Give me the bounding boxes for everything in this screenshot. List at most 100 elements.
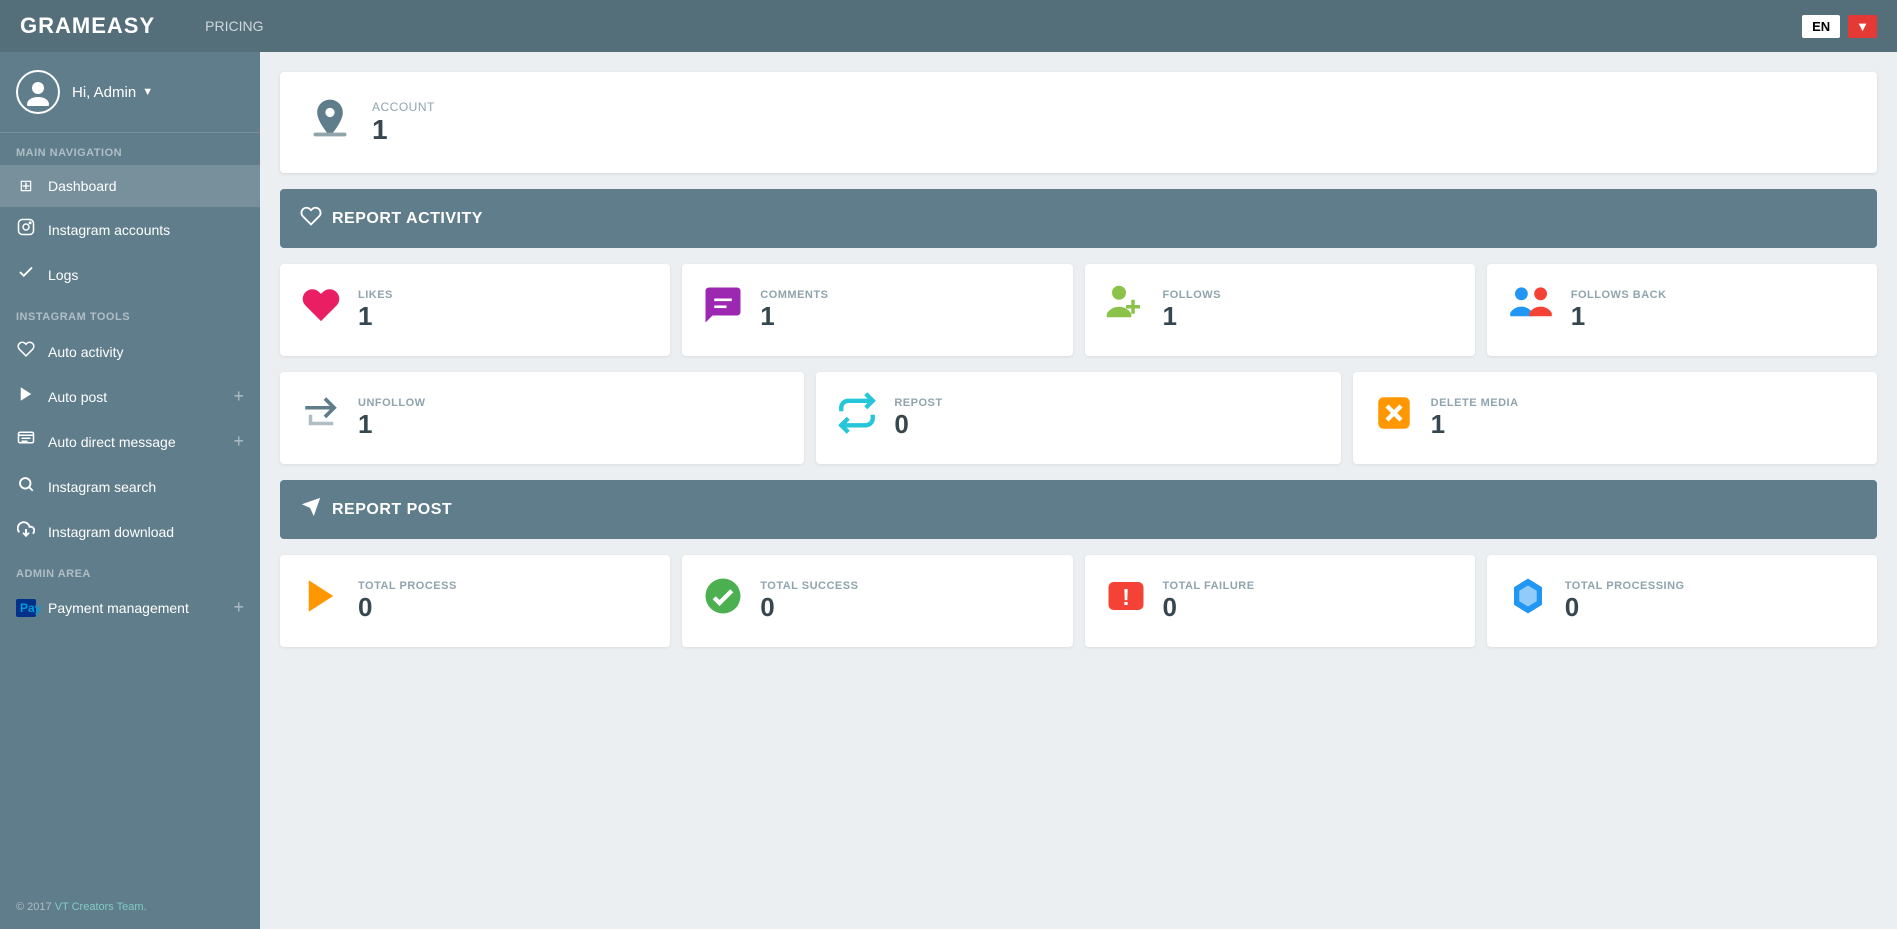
stat-card-total-processing: TOTAL PROCESSING 0 xyxy=(1487,555,1877,647)
auto-post-plus: + xyxy=(233,386,244,407)
repost-value: 0 xyxy=(894,409,942,440)
logs-icon xyxy=(16,263,36,286)
likes-icon xyxy=(300,284,342,336)
stat-card-delete-media: DELETE MEDIA 1 xyxy=(1353,372,1877,464)
stat-card-total-failure: ! TOTAL FAILURE 0 xyxy=(1085,555,1475,647)
total-failure-label: TOTAL FAILURE xyxy=(1163,580,1255,592)
follows-back-label: FOLLOWS BACK xyxy=(1571,289,1667,301)
sidebar-item-dashboard[interactable]: ⊞ Dashboard xyxy=(0,165,260,207)
instagram-tools-label: INSTAGRAM TOOLS xyxy=(0,297,260,329)
svg-text:!: ! xyxy=(1122,584,1130,610)
account-card: ACCOUNT 1 xyxy=(280,72,1877,173)
language-dropdown-button[interactable]: ▼ xyxy=(1848,15,1877,38)
admin-area-label: ADMIN AREA xyxy=(0,554,260,586)
report-post-header: REPORT POST xyxy=(280,480,1877,539)
activity-stats-row2: UNFOLLOW 1 REPOST 0 xyxy=(280,372,1877,464)
user-greeting[interactable]: Hi, Admin ▼ xyxy=(72,84,153,101)
stat-card-likes: LIKES 1 xyxy=(280,264,670,356)
stat-card-repost: REPOST 0 xyxy=(816,372,1340,464)
total-processing-value: 0 xyxy=(1565,592,1685,623)
nav-left: GRAMEASY PRICING xyxy=(20,13,263,39)
likes-label: LIKES xyxy=(358,289,393,301)
delete-media-label: DELETE MEDIA xyxy=(1431,397,1519,409)
comments-info: COMMENTS 1 xyxy=(760,289,828,332)
sidebar-item-instagram-search[interactable]: Instagram search xyxy=(0,464,260,509)
comments-value: 1 xyxy=(760,301,828,332)
user-dropdown-caret: ▼ xyxy=(142,86,153,98)
likes-value: 1 xyxy=(358,301,393,332)
nav-right: EN ▼ xyxy=(1802,15,1877,38)
stat-card-comments: COMMENTS 1 xyxy=(682,264,1072,356)
report-activity-header: REPORT ACTIVITY xyxy=(280,189,1877,248)
instagram-search-icon xyxy=(16,475,36,498)
follows-back-icon xyxy=(1507,284,1555,336)
sidebar-item-label: Auto activity xyxy=(48,344,123,360)
total-processing-icon xyxy=(1507,575,1549,627)
dashboard-icon: ⊞ xyxy=(16,176,36,196)
unfollow-icon xyxy=(300,392,342,444)
delete-media-icon xyxy=(1373,392,1415,444)
sidebar-item-instagram-download[interactable]: Instagram download xyxy=(0,509,260,554)
logo: GRAMEASY xyxy=(20,13,155,39)
unfollow-label: UNFOLLOW xyxy=(358,397,426,409)
likes-info: LIKES 1 xyxy=(358,289,393,332)
auto-direct-message-plus: + xyxy=(233,431,244,452)
follows-back-value: 1 xyxy=(1571,301,1667,332)
instagram-download-icon xyxy=(16,520,36,543)
follows-back-info: FOLLOWS BACK 1 xyxy=(1571,289,1667,332)
comments-icon xyxy=(702,284,744,336)
sidebar-item-label: Payment management xyxy=(48,600,189,616)
report-post-icon xyxy=(300,496,322,523)
language-button[interactable]: EN xyxy=(1802,15,1840,38)
repost-info: REPOST 0 xyxy=(894,397,942,440)
report-post-section: REPORT POST TOTAL PROCESS 0 xyxy=(280,480,1877,647)
total-failure-icon: ! xyxy=(1105,575,1147,627)
avatar xyxy=(16,70,60,114)
total-success-info: TOTAL SUCCESS 0 xyxy=(760,580,858,623)
main-content: ACCOUNT 1 REPORT ACTIVITY xyxy=(260,52,1897,929)
sidebar-item-auto-direct-message[interactable]: Auto direct message + xyxy=(0,419,260,464)
total-success-icon xyxy=(702,575,744,627)
comments-label: COMMENTS xyxy=(760,289,828,301)
stat-card-follows: FOLLOWS 1 xyxy=(1085,264,1475,356)
body-layout: Hi, Admin ▼ MAIN NAVIGATION ⊞ Dashboard … xyxy=(0,52,1897,929)
report-activity-title: REPORT ACTIVITY xyxy=(332,210,483,228)
pricing-link[interactable]: PRICING xyxy=(205,18,263,34)
sidebar-item-auto-post[interactable]: Auto post + xyxy=(0,374,260,419)
auto-post-icon xyxy=(16,385,36,408)
repost-label: REPOST xyxy=(894,397,942,409)
sidebar-item-instagram-accounts[interactable]: Instagram accounts xyxy=(0,207,260,252)
sidebar: Hi, Admin ▼ MAIN NAVIGATION ⊞ Dashboard … xyxy=(0,52,260,929)
account-value: 1 xyxy=(372,114,435,146)
account-info: ACCOUNT 1 xyxy=(372,100,435,146)
sidebar-item-label: Auto direct message xyxy=(48,434,176,450)
delete-media-value: 1 xyxy=(1431,409,1519,440)
stat-card-follows-back: FOLLOWS BACK 1 xyxy=(1487,264,1877,356)
sidebar-item-label: Instagram download xyxy=(48,524,174,540)
unfollow-value: 1 xyxy=(358,409,426,440)
main-nav-label: MAIN NAVIGATION xyxy=(0,133,260,165)
unfollow-info: UNFOLLOW 1 xyxy=(358,397,426,440)
user-section[interactable]: Hi, Admin ▼ xyxy=(0,52,260,133)
follows-value: 1 xyxy=(1163,301,1222,332)
auto-direct-message-icon xyxy=(16,430,36,453)
total-success-value: 0 xyxy=(760,592,858,623)
footer-link[interactable]: VT Creators Team xyxy=(55,901,144,913)
repost-icon xyxy=(836,392,878,444)
footer-copyright: © 2017 VT Creators Team. xyxy=(0,885,260,929)
report-post-stats: TOTAL PROCESS 0 TOTAL SUCCESS 0 xyxy=(280,555,1877,647)
total-failure-value: 0 xyxy=(1163,592,1255,623)
delete-media-info: DELETE MEDIA 1 xyxy=(1431,397,1519,440)
follows-label: FOLLOWS xyxy=(1163,289,1222,301)
sidebar-item-label: Instagram accounts xyxy=(48,222,170,238)
sidebar-item-auto-activity[interactable]: Auto activity xyxy=(0,329,260,374)
report-post-title: REPORT POST xyxy=(332,501,452,519)
sidebar-item-label: Dashboard xyxy=(48,178,117,194)
sidebar-item-payment-management[interactable]: Pay Payment management + xyxy=(0,586,260,629)
total-process-value: 0 xyxy=(358,592,457,623)
sidebar-item-label: Logs xyxy=(48,267,78,283)
payment-management-plus: + xyxy=(233,597,244,618)
sidebar-item-logs[interactable]: Logs xyxy=(0,252,260,297)
report-activity-icon xyxy=(300,205,322,232)
sidebar-item-label: Auto post xyxy=(48,389,107,405)
